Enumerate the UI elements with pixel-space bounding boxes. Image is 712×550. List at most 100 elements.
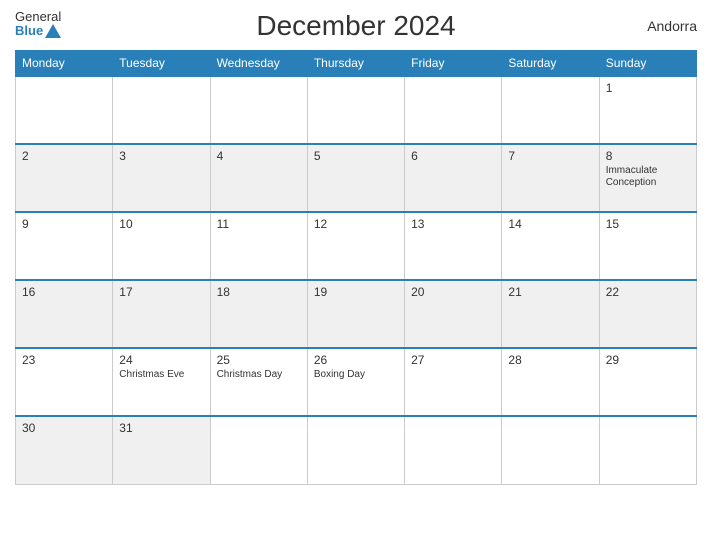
calendar-cell: 30 [16,416,113,484]
calendar-cell: 12 [307,212,404,280]
calendar-cell: 17 [113,280,210,348]
calendar-cell: 2 [16,144,113,212]
week-row-4: 16 17 18 19 20 21 22 [16,280,697,348]
calendar-cell: 3 [113,144,210,212]
day-number: 2 [22,149,106,163]
calendar-cell [405,416,502,484]
calendar-cell [307,416,404,484]
calendar-cell: 16 [16,280,113,348]
day-number: 29 [606,353,690,367]
week-row-2: 2345678 Immaculate Conception [16,144,697,212]
week-row-5: 23 24 Christmas Eve 25 Christmas Day 26 Boxing… [16,348,697,416]
day-number: 20 [411,285,495,299]
logo-blue-text: Blue [15,24,43,38]
day-number: 8 [606,149,690,163]
calendar-cell: 26 Boxing Day [307,348,404,416]
calendar-cell: 15 [599,212,696,280]
calendar-cell [307,76,404,144]
country-label: Andorra [647,18,697,34]
day-number: 22 [606,285,690,299]
day-number: 7 [508,149,592,163]
day-number: 4 [217,149,301,163]
calendar-cell [405,76,502,144]
calendar-cell: 14 [502,212,599,280]
calendar-cell: 18 [210,280,307,348]
day-number: 21 [508,285,592,299]
calendar-cell: 22 [599,280,696,348]
weekday-header-friday: Friday [405,51,502,77]
calendar-cell: 5 [307,144,404,212]
calendar-cell: 9 [16,212,113,280]
day-number: 11 [217,217,301,231]
logo-triangle-icon [45,24,61,38]
weekday-header-sunday: Sunday [599,51,696,77]
calendar-cell: 25 Christmas Day [210,348,307,416]
day-number: 3 [119,149,203,163]
calendar-cell: 6 [405,144,502,212]
day-number: 9 [22,217,106,231]
calendar-cell: 13 [405,212,502,280]
day-number: 15 [606,217,690,231]
calendar-cell: 29 [599,348,696,416]
calendar-title: December 2024 [256,10,455,42]
calendar-cell [502,416,599,484]
week-row-1: 1 [16,76,697,144]
day-number: 27 [411,353,495,367]
calendar-cell: 20 [405,280,502,348]
holiday-label: Immaculate Conception [606,165,690,189]
calendar-cell [599,416,696,484]
calendar-cell: 28 [502,348,599,416]
day-number: 23 [22,353,106,367]
holiday-label: Christmas Day [217,369,301,381]
calendar-cell: 21 [502,280,599,348]
calendar-cell: 19 [307,280,404,348]
weekday-header-thursday: Thursday [307,51,404,77]
calendar-cell [113,76,210,144]
weekday-header-wednesday: Wednesday [210,51,307,77]
day-number: 5 [314,149,398,163]
weekday-header-tuesday: Tuesday [113,51,210,77]
calendar-cell [210,76,307,144]
logo: General Blue [15,10,61,39]
day-number: 6 [411,149,495,163]
week-row-3: 9 10 11 12 13 14 15 [16,212,697,280]
calendar-grid: MondayTuesdayWednesdayThursdayFridaySatu… [15,50,697,485]
weekday-header-row: MondayTuesdayWednesdayThursdayFridaySatu… [16,51,697,77]
day-number: 28 [508,353,592,367]
calendar-cell: 23 [16,348,113,416]
day-number: 14 [508,217,592,231]
day-number: 30 [22,421,106,435]
holiday-label: Boxing Day [314,369,398,381]
day-number: 10 [119,217,203,231]
weekday-header-monday: Monday [16,51,113,77]
calendar-cell: 1 [599,76,696,144]
day-number: 19 [314,285,398,299]
calendar-cell [210,416,307,484]
day-number: 18 [217,285,301,299]
day-number: 26 [314,353,398,367]
calendar-cell: 8 Immaculate Conception [599,144,696,212]
holiday-label: Christmas Eve [119,369,203,381]
day-number: 25 [217,353,301,367]
week-row-6: 30 31 [16,416,697,484]
day-number: 1 [606,81,690,95]
calendar-cell: 31 [113,416,210,484]
calendar-cell: 7 [502,144,599,212]
day-number: 24 [119,353,203,367]
day-number: 17 [119,285,203,299]
calendar-cell [502,76,599,144]
logo-general-text: General [15,10,61,24]
weekday-header-saturday: Saturday [502,51,599,77]
calendar-cell: 4 [210,144,307,212]
calendar-cell [16,76,113,144]
calendar-cell: 10 [113,212,210,280]
calendar-cell: 11 [210,212,307,280]
calendar-header: General Blue December 2024 Andorra [15,10,697,42]
calendar-cell: 27 [405,348,502,416]
day-number: 13 [411,217,495,231]
day-number: 31 [119,421,203,435]
calendar-cell: 24 Christmas Eve [113,348,210,416]
day-number: 16 [22,285,106,299]
calendar-container: General Blue December 2024 Andorra Monda… [0,0,712,550]
day-number: 12 [314,217,398,231]
